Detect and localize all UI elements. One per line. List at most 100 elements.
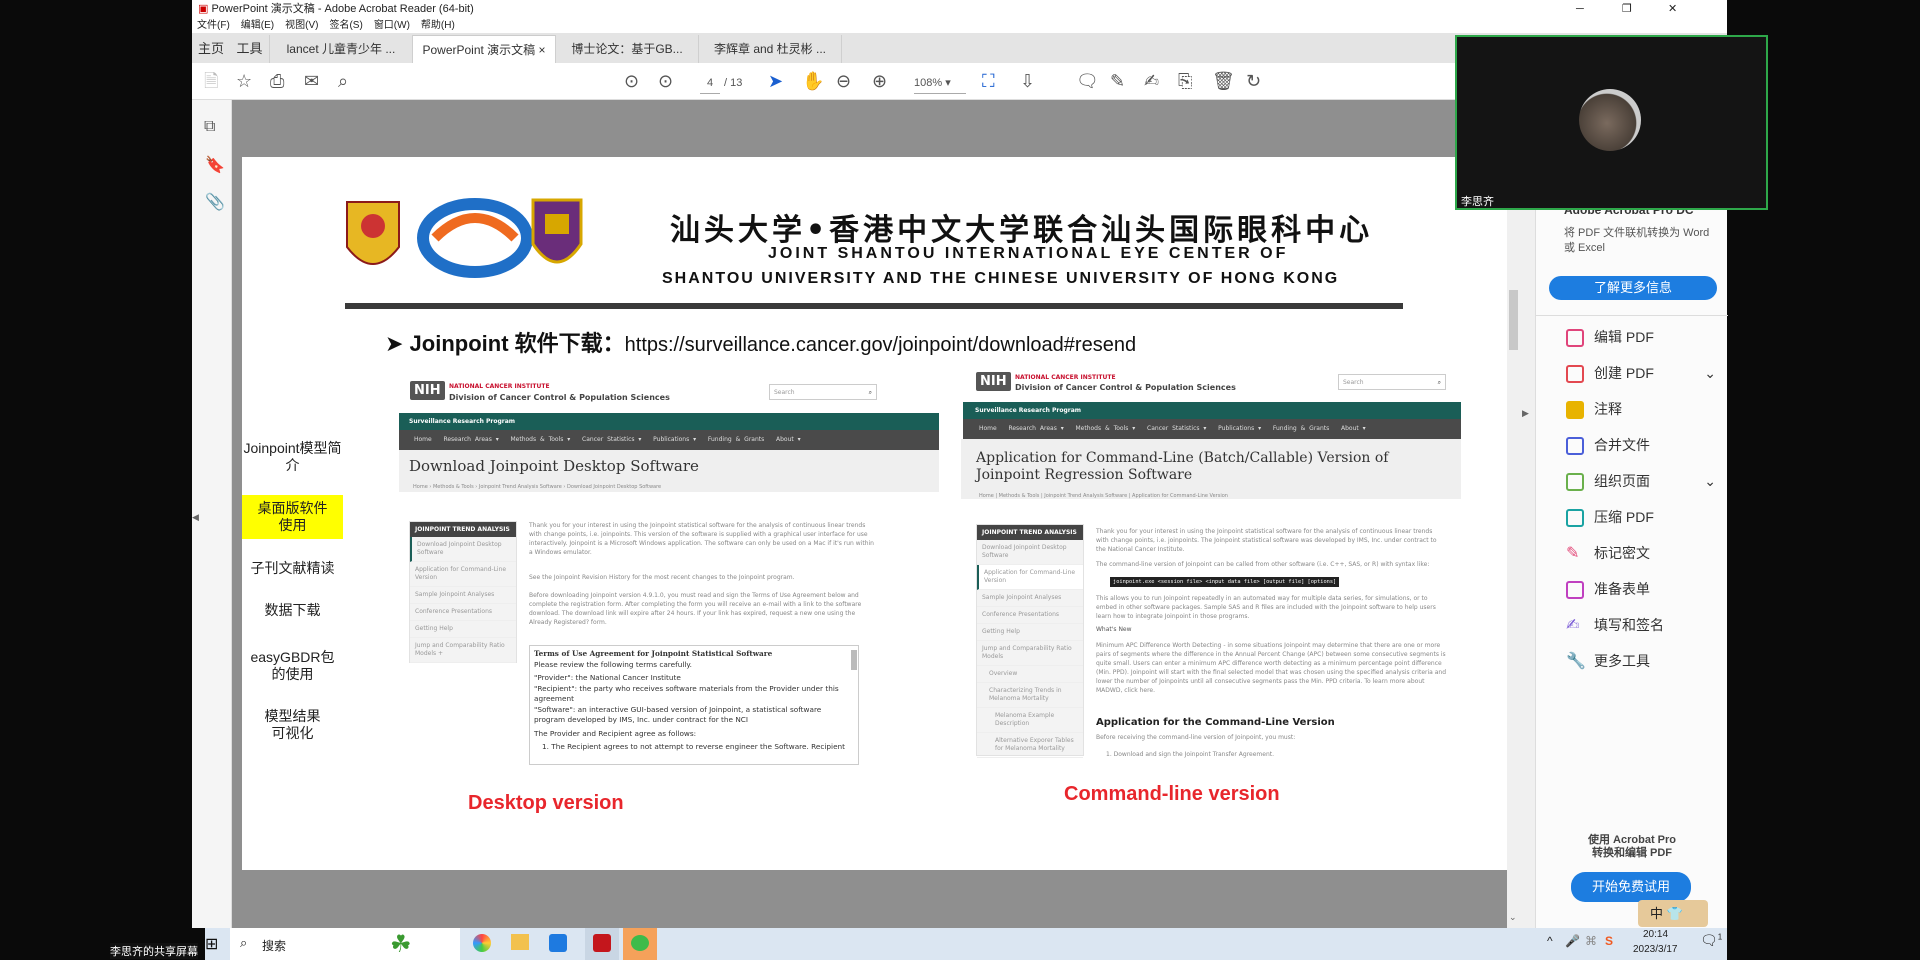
side-menu-item[interactable]: Download Joinpoint Desktop Software (977, 540, 1083, 565)
nav-research[interactable]: Research Areas ▾ (1008, 425, 1063, 432)
email-icon[interactable]: ✉ (304, 71, 319, 91)
clock-time[interactable]: 20:14 (1643, 929, 1668, 940)
tab-powerpoint[interactable]: PowerPoint 演示文稿 × (413, 35, 556, 63)
tool-combine-files[interactable]: 合并文件 (1566, 434, 1650, 456)
tool-create-pdf[interactable]: 创建 PDF ⌄ (1566, 362, 1716, 384)
select-tool-icon[interactable]: ➤ (768, 71, 783, 91)
tool-redact[interactable]: ✎ 标记密文 (1566, 542, 1650, 564)
close-tab-icon[interactable]: × (539, 43, 546, 57)
side-menu-item[interactable]: Overview (977, 666, 1083, 683)
tab-lancet[interactable]: lancet 儿童青少年 ... (270, 35, 413, 63)
wechat-taskbar-button[interactable] (623, 928, 657, 960)
tab-thesis[interactable]: 博士论文：基于GB... (556, 35, 699, 63)
nav-statistics[interactable]: Cancer Statistics ▾ (1147, 425, 1206, 432)
nav-funding[interactable]: Funding & Grants (708, 436, 764, 443)
slide-menu-visualization[interactable]: 模型结果可视化 (242, 708, 343, 742)
stamp-icon[interactable]: ⎘ (1178, 71, 1192, 91)
bookmark-star-icon[interactable]: ☆ (236, 71, 252, 91)
menu-sign[interactable]: 签名(S) (329, 20, 362, 31)
meeting-app-icon[interactable] (549, 934, 567, 952)
slide-menu-easygbdr[interactable]: easyGBDR包的使用 (242, 649, 343, 683)
taskbar-search-box[interactable]: ⌕ 搜索 ☘ (230, 928, 460, 960)
next-page-icon[interactable]: ⊙ (658, 71, 673, 91)
side-menu-item[interactable]: Sample Joinpoint Analyses (977, 590, 1083, 607)
nav-methods[interactable]: Methods & Tools ▾ (510, 436, 570, 443)
side-menu-item[interactable]: Conference Presentations (977, 607, 1083, 624)
site-search-input[interactable]: Search ⌕ (1338, 374, 1446, 390)
delete-icon[interactable]: 🗑 (1212, 71, 1235, 91)
maximize-button[interactable]: ❐ (1622, 0, 1632, 18)
chevron-down-icon[interactable]: ⌄ (1704, 470, 1716, 492)
menu-edit[interactable]: 编辑(E) (241, 20, 274, 31)
bookmarks-icon[interactable]: 🔖 (205, 155, 225, 175)
page-number-input[interactable]: 4 (700, 73, 720, 94)
menu-file[interactable]: 文件(F) (197, 20, 230, 31)
nav-about[interactable]: About ▾ (1341, 425, 1366, 432)
side-menu-item[interactable]: Jump and Comparability Ratio Models + (410, 638, 516, 663)
tab-home[interactable]: 主页 (192, 35, 230, 63)
nav-research[interactable]: Research Areas ▾ (443, 436, 498, 443)
tab-paper[interactable]: 李辉章 and 杜灵彬 ... (699, 35, 842, 63)
close-button[interactable]: ✕ (1668, 0, 1677, 18)
nav-methods[interactable]: Methods & Tools ▾ (1075, 425, 1135, 432)
highlight-pen-icon[interactable]: ✎ (1110, 71, 1125, 91)
joinpoint-url[interactable]: https://surveillance.cancer.gov/joinpoin… (625, 334, 1136, 356)
nav-publications[interactable]: Publications ▾ (1218, 425, 1261, 432)
ime-status-bar[interactable]: 中 👕 (1638, 900, 1708, 927)
tray-expand-icon[interactable]: ^ (1547, 934, 1553, 948)
side-menu-item[interactable]: Jump and Comparability Ratio Models (977, 641, 1083, 666)
slide-menu-literature[interactable]: 子刊文献精读 (242, 560, 343, 577)
nav-home[interactable]: Home (414, 436, 432, 443)
tool-prepare-form[interactable]: 准备表单 (1566, 578, 1650, 600)
search-icon[interactable]: ⌕ (338, 71, 348, 91)
tool-more-tools[interactable]: 🔧 更多工具 (1566, 650, 1650, 672)
tool-comment[interactable]: 注释 (1566, 398, 1622, 420)
attachments-icon[interactable]: 📎 (205, 192, 225, 212)
nav-about[interactable]: About ▾ (776, 436, 801, 443)
tool-organize-pages[interactable]: 组织页面 ⌄ (1566, 470, 1716, 492)
document-scrollbar[interactable]: ⌄ (1507, 100, 1520, 928)
scroll-mode-icon[interactable]: ⇩ (1020, 71, 1035, 91)
rotate-icon[interactable]: ↻ (1246, 71, 1261, 91)
hand-tool-icon[interactable]: ✋ (802, 71, 824, 91)
learn-more-button[interactable]: 了解更多信息 (1549, 276, 1717, 300)
side-menu-item[interactable]: Application for Command-Line Version (977, 565, 1083, 590)
slide-menu-desktop[interactable]: 桌面版软件使用 (242, 495, 343, 539)
tool-fill-sign[interactable]: ✍ 填写和签名 (1566, 614, 1664, 636)
browser-app-icon[interactable] (473, 934, 491, 952)
clock-date[interactable]: 2023/3/17 (1633, 944, 1678, 955)
terms-of-use-textbox[interactable]: Terms of Use Agreement for Joinpoint Sta… (529, 645, 859, 765)
sign-icon[interactable]: ✍ (1144, 71, 1159, 91)
site-search-input[interactable]: Search ⌕ (769, 384, 877, 400)
prev-page-icon[interactable]: ⊙ (624, 71, 639, 91)
save-icon[interactable]: 🗎 (204, 71, 218, 91)
sogou-ime-icon[interactable]: S (1605, 934, 1613, 948)
expand-right-pane-arrow[interactable]: ▶ (1522, 408, 1529, 419)
windows-start-icon[interactable]: ⊞ (205, 934, 218, 954)
side-menu-item[interactable]: Conference Presentations (410, 604, 516, 621)
free-trial-button[interactable]: 开始免费试用 (1571, 872, 1691, 902)
network-icon[interactable]: ⌘ (1585, 934, 1597, 948)
side-menu-item[interactable]: Alternative Exporer Tables for Melanoma … (977, 733, 1083, 758)
acrobat-taskbar-button[interactable] (585, 928, 619, 960)
side-menu-item[interactable]: Sample Joinpoint Analyses (410, 587, 516, 604)
minimize-button[interactable]: ─ (1576, 0, 1584, 18)
page-thumbnails-icon[interactable]: ⧉ (204, 118, 215, 136)
scrollbar-thumb[interactable] (1509, 290, 1518, 350)
file-explorer-icon[interactable] (511, 934, 529, 950)
zoom-out-icon[interactable]: ⊖ (836, 71, 851, 91)
tool-edit-pdf[interactable]: 编辑 PDF (1566, 326, 1654, 348)
fit-page-icon[interactable]: ⛶ (982, 71, 995, 91)
side-menu-item[interactable]: Getting Help (410, 621, 516, 638)
side-menu-item[interactable]: Download Joinpoint Desktop Software (410, 537, 516, 562)
slide-menu-data[interactable]: 数据下载 (242, 602, 343, 619)
print-icon[interactable]: ⎙ (270, 71, 284, 91)
microphone-icon[interactable]: 🎤 (1565, 934, 1580, 948)
side-menu-item[interactable]: Application for Command-Line Version (410, 562, 516, 587)
nav-home[interactable]: Home (979, 425, 997, 432)
zoom-in-icon[interactable]: ⊕ (872, 71, 887, 91)
terms-scrollbar[interactable] (851, 650, 857, 670)
skin-shirt-icon[interactable]: 👕 (1667, 906, 1683, 921)
notifications-icon[interactable]: 🗨1 (1700, 932, 1722, 949)
menu-help[interactable]: 帮助(H) (421, 20, 455, 31)
